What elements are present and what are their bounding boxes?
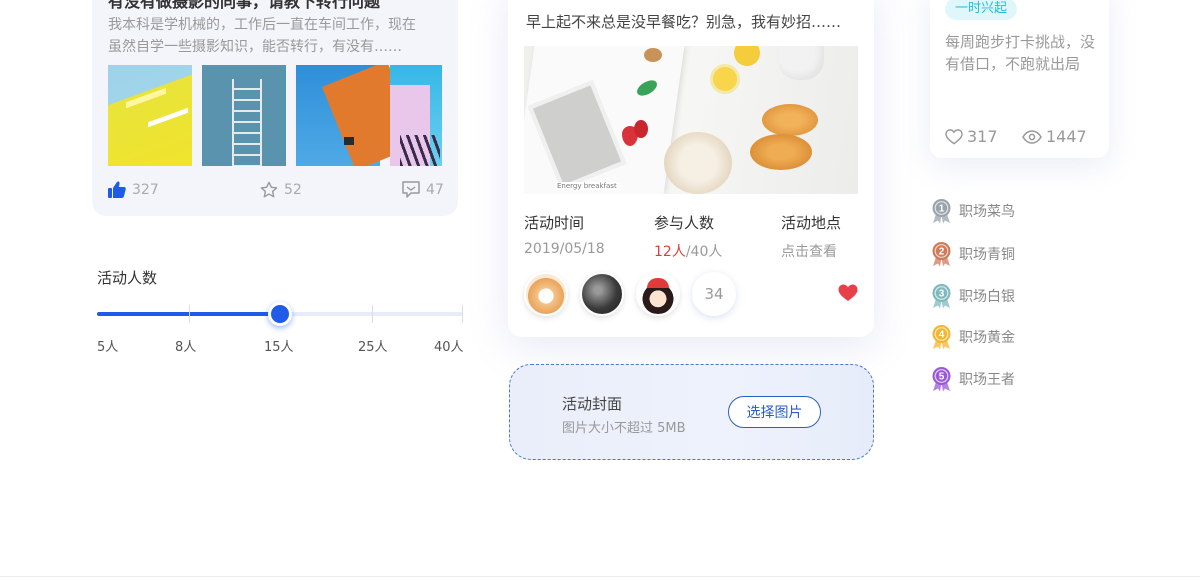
- post-excerpt: 我本科是学机械的，工作后一直在车间工作，现在 虽然自学一些摄影知识，能否转行，有…: [108, 14, 444, 58]
- post-like-button[interactable]: 327: [108, 181, 159, 198]
- eye-icon: [1022, 129, 1042, 144]
- event-location-link[interactable]: 点击查看: [781, 241, 841, 261]
- rank-label: 职场黄金: [959, 330, 1015, 346]
- post-card[interactable]: 有没有做摄影的同事，请教下转行问题 我本科是学机械的，工作后一直在车间工作，现在…: [92, 0, 458, 216]
- post-photo-orange-building[interactable]: [296, 65, 380, 166]
- challenge-description-line: 有借口，不跑就出局: [945, 55, 1081, 73]
- medal-number: 1: [939, 204, 945, 215]
- challenge-description: 每周跑步打卡挑战，没 有借口，不跑就出局: [945, 31, 1105, 75]
- thumbs-up-icon: [108, 181, 126, 198]
- slider-scale-labels: 5人 8人 15人 25人 40人: [97, 336, 467, 355]
- cover-upload-area[interactable]: 活动封面 图片大小不超过 5MB 选择图片: [509, 364, 874, 460]
- medal-icon: 1: [930, 198, 953, 224]
- event-participants-label: 参与人数: [654, 214, 715, 232]
- slider-handle[interactable]: [268, 302, 292, 326]
- participants-current: 12人: [654, 244, 686, 260]
- post-comment-count: 47: [426, 181, 444, 198]
- rank-item[interactable]: 5 职场王者: [930, 366, 1015, 392]
- post-excerpt-line: 虽然自学一些摄影知识，能否转行，有没有……: [108, 39, 402, 55]
- choose-image-button[interactable]: 选择图片: [728, 396, 821, 428]
- post-favorite-button[interactable]: 52: [260, 181, 302, 199]
- challenge-stats: 317 1447: [945, 127, 1105, 149]
- slider-label[interactable]: 40人: [434, 336, 464, 355]
- participant-count-slider[interactable]: [97, 302, 463, 326]
- participant-count-label: 活动人数: [97, 269, 158, 287]
- post-photo-ladder[interactable]: [202, 65, 286, 166]
- slider-label[interactable]: 5人: [97, 336, 118, 355]
- event-location-label: 活动地点: [781, 214, 842, 232]
- post-image-gallery: [108, 65, 442, 166]
- post-favorite-count: 52: [284, 182, 302, 198]
- avatar[interactable]: [580, 272, 624, 316]
- challenge-card[interactable]: 一时兴起 每周跑步打卡挑战，没 有借口，不跑就出局 317 1447: [930, 0, 1109, 158]
- bottom-divider: [0, 576, 1200, 577]
- rank-item[interactable]: 2 职场青铜: [930, 241, 1015, 267]
- rank-label: 职场菜鸟: [959, 204, 1015, 220]
- challenge-like-count: 317: [967, 127, 998, 146]
- post-stats: 327 52 47: [108, 181, 444, 201]
- event-cover-image[interactable]: Energy breakfast: [524, 46, 858, 194]
- slider-label[interactable]: 8人: [175, 336, 196, 355]
- image-caption: Energy breakfast: [554, 182, 620, 190]
- comment-icon: [402, 181, 420, 198]
- heart-outline-icon: [945, 128, 963, 145]
- upload-title: 活动封面: [562, 395, 623, 413]
- event-time-label: 活动时间: [524, 214, 585, 232]
- event-location: 活动地点 点击查看: [781, 212, 841, 261]
- slider-label[interactable]: 25人: [358, 336, 388, 355]
- rank-item[interactable]: 1 职场菜鸟: [930, 198, 1015, 224]
- challenge-tag: 一时兴起: [945, 0, 1018, 20]
- participant-avatars: 34: [524, 272, 858, 318]
- post-photo-yellow-building[interactable]: [108, 65, 192, 166]
- challenge-like-button[interactable]: 317: [945, 127, 998, 146]
- upload-size-hint: 图片大小不超过 5MB: [562, 421, 686, 436]
- slider-label[interactable]: 15人: [264, 336, 294, 355]
- slider-tick: [189, 305, 190, 323]
- star-icon: [260, 181, 278, 198]
- medal-icon: 5: [930, 366, 953, 392]
- challenge-view-count: 1447: [1046, 127, 1087, 146]
- rank-label: 职场青铜: [959, 247, 1015, 263]
- rank-item[interactable]: 3 职场白银: [930, 283, 1015, 309]
- event-participants-value: 12人/40人: [654, 241, 722, 261]
- rank-label: 职场白银: [959, 289, 1015, 305]
- post-photo-pink-wall[interactable]: [390, 65, 442, 166]
- slider-tick: [372, 305, 373, 323]
- rank-label: 职场王者: [959, 372, 1015, 388]
- medal-number: 2: [939, 247, 945, 258]
- event-participants: 参与人数 12人/40人: [654, 212, 722, 261]
- participants-total: /40人: [685, 244, 723, 260]
- event-time: 活动时间 2019/05/18: [524, 212, 605, 257]
- medal-icon: 3: [930, 283, 953, 309]
- heart-icon[interactable]: [838, 284, 858, 302]
- slider-tick: [462, 305, 463, 323]
- avatar[interactable]: [524, 272, 568, 316]
- event-description: 早上起不来总是没早餐吃？别急，我有妙招……: [526, 13, 842, 31]
- medal-number: 3: [939, 289, 945, 300]
- medal-number: 4: [939, 330, 945, 341]
- post-title: 有没有做摄影的同事，请教下转行问题: [108, 0, 381, 11]
- event-time-value: 2019/05/18: [524, 241, 605, 257]
- rank-item[interactable]: 4 职场黄金: [930, 324, 1015, 350]
- challenge-description-line: 每周跑步打卡挑战，没: [945, 33, 1096, 51]
- post-excerpt-line: 我本科是学机械的，工作后一直在车间工作，现在: [108, 17, 416, 33]
- more-participants-count[interactable]: 34: [692, 272, 736, 316]
- post-like-count: 327: [132, 181, 159, 198]
- medal-icon: 2: [930, 241, 953, 267]
- avatar[interactable]: [636, 272, 680, 316]
- event-card[interactable]: 早上起不来总是没早餐吃？别急，我有妙招…… Energy breakfast 活…: [508, 0, 874, 337]
- post-comment-button[interactable]: 47: [402, 181, 444, 198]
- challenge-views: 1447: [1022, 127, 1087, 146]
- medal-icon: 4: [930, 324, 953, 350]
- medal-number: 5: [939, 372, 945, 383]
